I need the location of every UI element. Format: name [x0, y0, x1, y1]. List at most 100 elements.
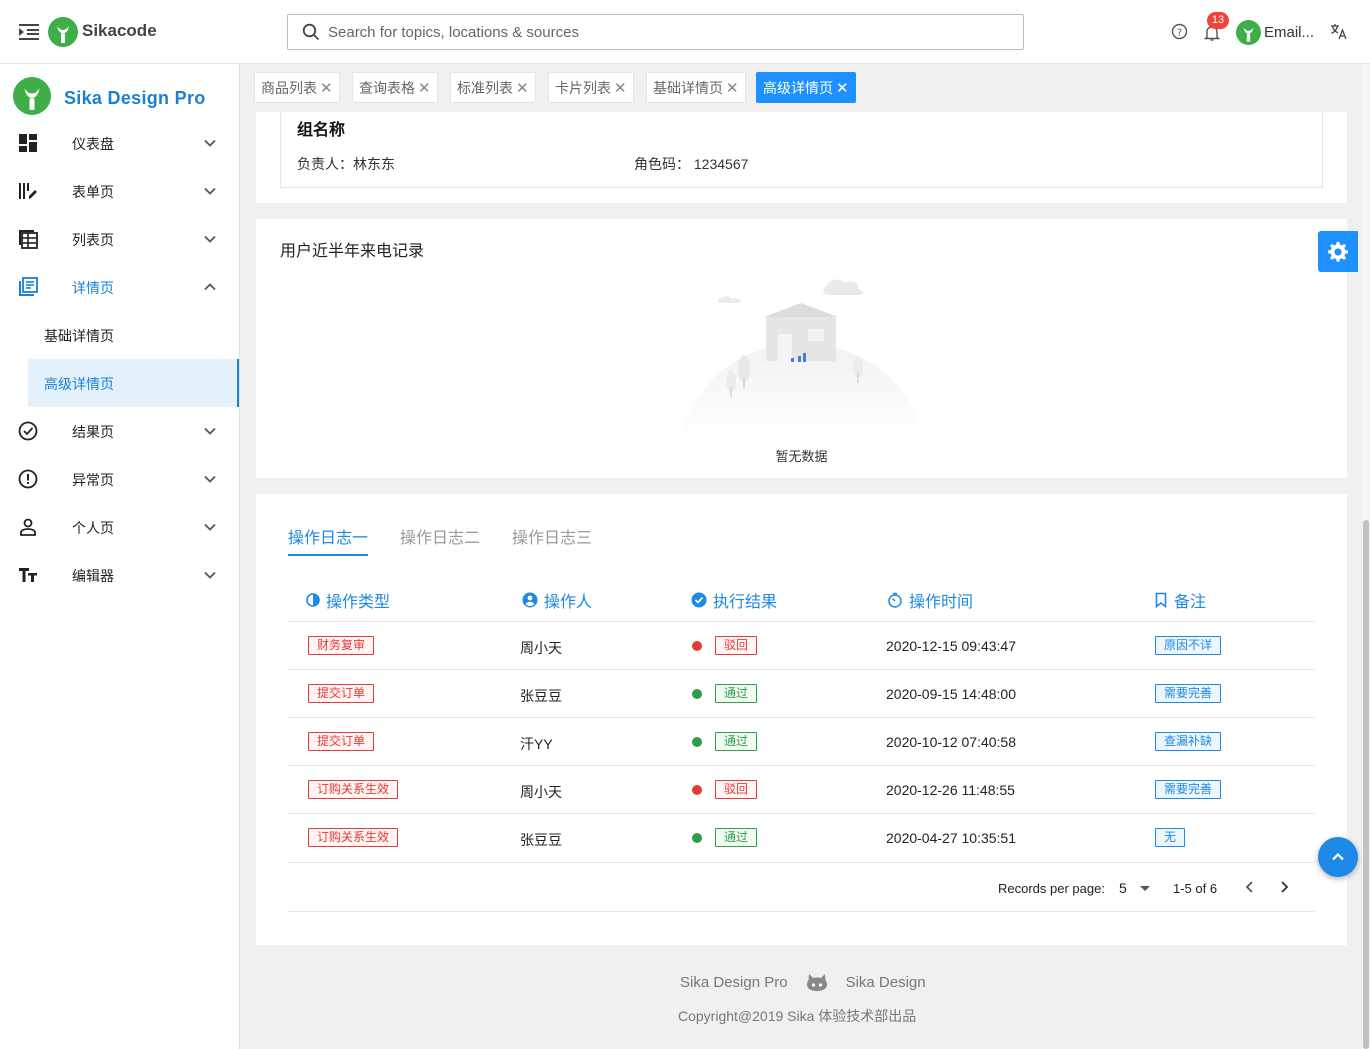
table-row[interactable]: 财务复审 周小天 驳回 2020-12-15 09:43:47 原因不详 — [288, 621, 1315, 669]
sidebar-item-editor[interactable]: 编辑器 — [0, 551, 239, 599]
tab-product-list[interactable]: 商品列表 ✕ — [254, 72, 340, 103]
timer-icon — [888, 592, 902, 608]
avatar[interactable] — [1236, 20, 1261, 45]
call-records-card: 用户近半年来电记录 暂无数据 — [256, 219, 1347, 478]
search-input[interactable] — [328, 23, 968, 41]
table-row[interactable]: 订购关系生效 张豆豆 通过 2020-04-27 10:35:51 无 — [288, 813, 1315, 861]
owner-value: 林东东 — [353, 156, 395, 172]
time-cell: 2020-10-12 07:40:58 — [886, 734, 1016, 750]
tab-log-3[interactable]: 操作日志三 — [512, 524, 592, 548]
scroll-to-top-button[interactable] — [1318, 837, 1358, 877]
sidebar-item-label: 仪表盘 — [72, 136, 114, 152]
rows-per-page-label: Records per page: — [998, 881, 1105, 896]
footer-link-design[interactable]: Sika Design — [846, 974, 926, 991]
sidebar-item-profile[interactable]: 个人页 — [0, 503, 239, 551]
scrollbar-thumb[interactable] — [1363, 520, 1369, 1049]
tab-label: 查询表格 — [359, 79, 415, 96]
menu-toggle-icon[interactable] — [18, 21, 40, 43]
rows-per-page-select[interactable]: 5 — [1119, 880, 1127, 896]
contrast-icon — [306, 593, 320, 607]
sidebar-item-details[interactable]: 详情页 — [0, 263, 239, 311]
sidebar-item-dashboard[interactable]: 仪表盘 — [0, 119, 239, 167]
tab-label: 卡片列表 — [555, 79, 611, 96]
brand-logo — [48, 17, 78, 47]
check-circle-icon — [691, 592, 707, 608]
chevron-down-icon — [204, 475, 216, 483]
close-icon[interactable]: ✕ — [418, 79, 431, 97]
time-cell: 2020-09-15 14:48:00 — [886, 686, 1016, 702]
column-header-label: 操作类型 — [326, 594, 391, 611]
operation-type-tag: 订购关系生效 — [308, 828, 399, 847]
group-title: 组名称 — [297, 122, 346, 139]
table-row[interactable]: 订购关系生效 周小天 驳回 2020-12-26 11:48:55 需要完善 — [288, 765, 1315, 813]
close-icon[interactable]: ✕ — [614, 79, 627, 97]
note-tag: 需要完善 — [1155, 780, 1222, 799]
chevron-right-icon[interactable] — [1276, 879, 1292, 895]
operation-type-tag: 财务复审 — [308, 636, 375, 655]
status-dot — [692, 641, 702, 651]
tab-card-list[interactable]: 卡片列表 ✕ — [548, 72, 634, 103]
sidebar-item-lists[interactable]: 列表页 — [0, 215, 239, 263]
close-icon[interactable]: ✕ — [516, 79, 529, 97]
column-header-result[interactable]: 执行结果 — [691, 588, 777, 612]
chevron-left-icon[interactable] — [1242, 879, 1258, 895]
empty-state-text: 暂无数据 — [775, 449, 828, 464]
operation-log-card: 操作日志一 操作日志二 操作日志三 操作类型 操作人 执行结果 操作时间 备注 … — [256, 494, 1347, 945]
column-header-type[interactable]: 操作类型 — [306, 588, 390, 612]
sidebar-item-exceptions[interactable]: 异常页 — [0, 455, 239, 503]
tab-advanced-detail[interactable]: 高级详情页 ✕ — [756, 72, 856, 103]
chevron-down-icon — [204, 523, 216, 531]
tab-log-1[interactable]: 操作日志一 — [288, 524, 368, 548]
operator-cell: 周小天 — [520, 784, 562, 800]
status-dot — [692, 737, 702, 747]
column-header-note[interactable]: 备注 — [1154, 588, 1206, 612]
tab-basic-detail[interactable]: 基础详情页 ✕ — [646, 72, 746, 103]
chevron-down-icon — [204, 427, 216, 435]
owner-label: 负责人： — [297, 156, 353, 172]
close-icon[interactable]: ✕ — [320, 79, 333, 97]
tab-standard-list[interactable]: 标准列表 ✕ — [450, 72, 536, 103]
sidebar-subitem-basic-detail[interactable]: 基础详情页 — [28, 311, 239, 359]
tab-label: 标准列表 — [457, 79, 513, 96]
close-icon[interactable]: ✕ — [836, 79, 849, 97]
close-icon[interactable]: ✕ — [726, 79, 739, 97]
sidebar-item-forms[interactable]: 表单页 — [0, 167, 239, 215]
sidebar-item-label: 详情页 — [72, 280, 114, 296]
github-icon[interactable] — [806, 972, 828, 992]
pagination: Records per page: 5 1-5 of 6 — [288, 862, 1315, 912]
user-name[interactable]: Email... — [1264, 24, 1314, 41]
footer-link-pro[interactable]: Sika Design Pro — [680, 974, 788, 991]
tab-query-table[interactable]: 查询表格 ✕ — [352, 72, 438, 103]
table-row[interactable]: 提交订单 汗YY 通过 2020-10-12 07:40:58 查漏补缺 — [288, 717, 1315, 765]
dropdown-caret-icon[interactable] — [1140, 886, 1150, 891]
column-header-operator[interactable]: 操作人 — [522, 588, 592, 612]
note-tag: 需要完善 — [1155, 684, 1222, 703]
time-cell: 2020-12-26 11:48:55 — [886, 782, 1015, 798]
table-row[interactable]: 提交订单 张豆豆 通过 2020-09-15 14:48:00 需要完善 — [288, 669, 1315, 717]
role-label: 角色码： — [634, 156, 690, 172]
operation-type-tag: 订购关系生效 — [308, 780, 399, 799]
form-icon — [19, 183, 37, 199]
translate-icon[interactable] — [1330, 22, 1348, 40]
tab-label: 商品列表 — [261, 79, 317, 96]
search-icon — [302, 23, 320, 41]
help-icon[interactable]: ? — [1171, 23, 1188, 40]
result-tag: 通过 — [715, 732, 758, 751]
column-header-time[interactable]: 操作时间 — [887, 588, 973, 612]
sidebar-subitem-advanced-detail[interactable]: 高级详情页 — [28, 359, 239, 407]
sidebar-subitem-label: 基础详情页 — [44, 328, 114, 344]
operator-cell: 周小天 — [520, 640, 562, 656]
tab-log-2[interactable]: 操作日志二 — [400, 524, 480, 548]
group-card: 组名称 负责人：林东东 角色码： 1234567 — [256, 112, 1347, 203]
text-format-icon — [19, 568, 37, 582]
settings-button[interactable] — [1318, 231, 1358, 272]
search-box[interactable] — [287, 14, 1024, 50]
sidebar-item-results[interactable]: 结果页 — [0, 407, 239, 455]
sidebar-title: Sika Design Pro — [64, 88, 206, 108]
copyright: Copyright@2019 Sika 体验技术部出品 — [678, 1008, 917, 1024]
note-tag: 原因不详 — [1155, 636, 1222, 655]
operator-cell: 汗YY — [520, 736, 553, 752]
sidebar-item-label: 编辑器 — [72, 568, 114, 584]
sidebar-item-label: 异常页 — [72, 472, 114, 488]
tab-label: 基础详情页 — [653, 79, 723, 96]
